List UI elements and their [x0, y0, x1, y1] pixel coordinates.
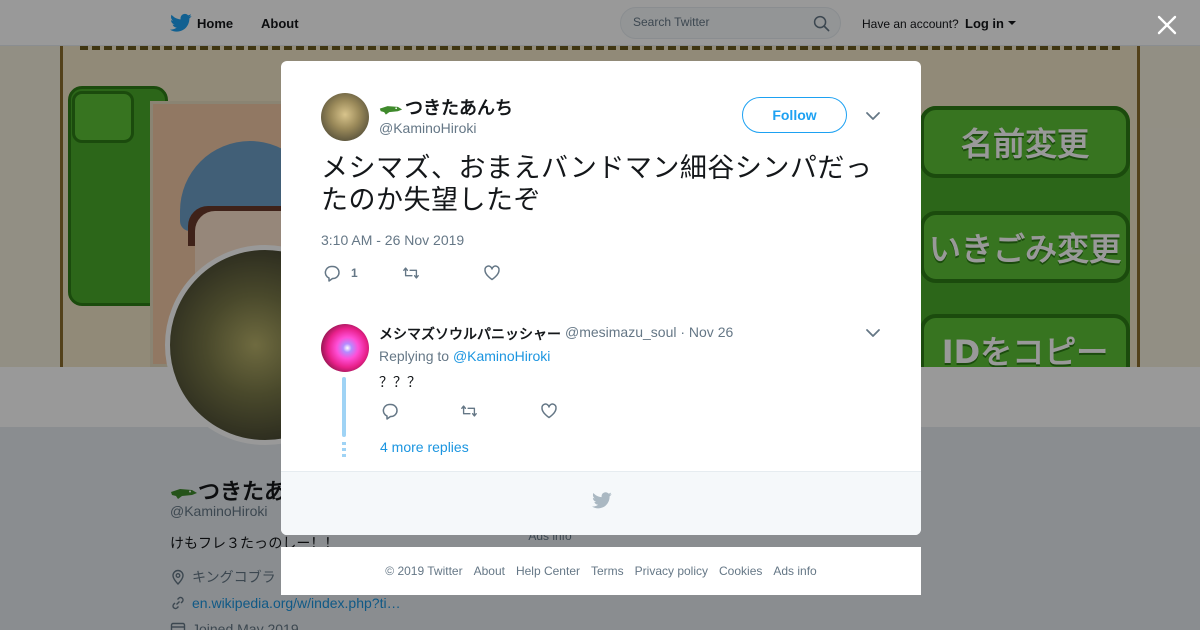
footer-ads-link[interactable]: Ads info	[773, 564, 816, 578]
reply-author-meta[interactable]: @mesimazu_soul · Nov 26	[565, 324, 733, 340]
like-button[interactable]	[483, 263, 501, 283]
footer-help-link[interactable]: Help Center	[516, 564, 580, 578]
tweet-text: メシマズ、おまえバンドマン細谷シンパだったのか失望したぞ	[321, 153, 873, 216]
crocodile-emoji	[379, 105, 403, 115]
tweet-author-avatar[interactable]	[321, 93, 369, 141]
like-icon	[541, 403, 557, 419]
follow-button[interactable]: Follow	[742, 97, 847, 133]
reply-icon	[382, 403, 398, 420]
reply-count: 1	[351, 266, 358, 280]
tweet-author-handle[interactable]: @KaminoHiroki	[379, 120, 476, 136]
reply-like-button[interactable]	[540, 401, 558, 421]
retweet-icon	[403, 267, 419, 279]
tweet-modal: つきたあんち @KaminoHiroki Follow メシマズ、おまえバンドマ…	[281, 61, 921, 535]
footer-privacy-link[interactable]: Privacy policy	[635, 564, 708, 578]
thread-line	[342, 377, 346, 437]
replying-to: Replying to @KaminoHiroki	[379, 348, 550, 364]
like-icon	[484, 265, 500, 281]
reply-author-avatar[interactable]	[321, 324, 369, 372]
footer-cookies-link[interactable]: Cookies	[719, 564, 762, 578]
reply-icon	[324, 265, 340, 282]
chevron-down-icon[interactable]	[865, 110, 881, 122]
close-icon[interactable]	[1155, 13, 1179, 37]
more-replies-link[interactable]: 4 more replies	[380, 439, 469, 455]
footer-about-link[interactable]: About	[474, 564, 505, 578]
reply-text: ？？？	[379, 375, 421, 391]
footer-copyright: © 2019 Twitter	[385, 564, 463, 578]
reply-button[interactable]: 1	[323, 263, 358, 283]
twitter-bird-icon	[592, 492, 612, 509]
footer-links: © 2019 Twitter About Help Center Terms P…	[281, 547, 921, 595]
tweet-author-name-text[interactable]: つきたあんち	[405, 98, 513, 119]
replying-to-link[interactable]: @KaminoHiroki	[453, 348, 550, 364]
retweet-button[interactable]	[402, 263, 420, 283]
reply-author-name[interactable]: メシマズソウルパニッシャー	[379, 324, 561, 344]
modal-footer	[281, 471, 921, 535]
reply-reply-button[interactable]	[381, 401, 399, 421]
replying-to-prefix: Replying to	[379, 348, 450, 364]
tweet-timestamp[interactable]: 3:10 AM - 26 Nov 2019	[321, 232, 464, 248]
retweet-icon	[461, 405, 477, 417]
chevron-down-icon[interactable]	[865, 327, 881, 339]
reply-retweet-button[interactable]	[460, 401, 478, 421]
footer-terms-link[interactable]: Terms	[591, 564, 624, 578]
thread-dots	[342, 442, 346, 458]
tweet-author-name[interactable]: つきたあんち	[379, 94, 513, 120]
